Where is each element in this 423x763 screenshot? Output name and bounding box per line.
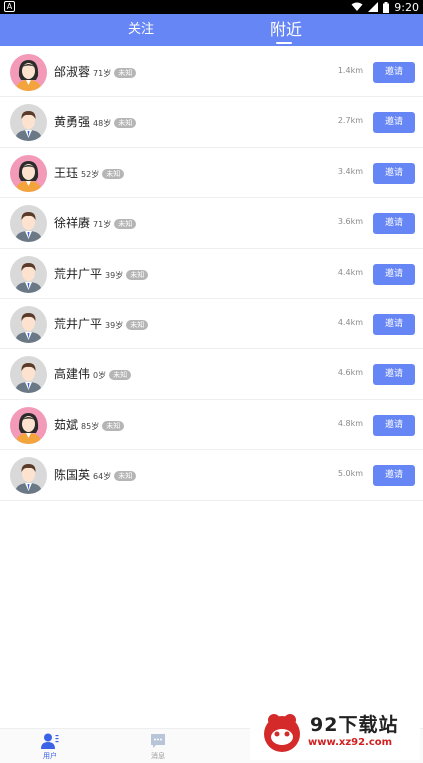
- list-item[interactable]: 高建伟 0岁 未知 4.6km 邀请: [0, 349, 423, 400]
- female-avatar-icon: [10, 154, 47, 192]
- invite-button[interactable]: 邀请: [373, 112, 415, 134]
- avatar[interactable]: [10, 305, 47, 343]
- watermark-title: 92下载站: [310, 714, 399, 736]
- gender-badge: 未知: [114, 68, 137, 78]
- list-item[interactable]: 荒井广平 39岁 未知 4.4km 邀请: [0, 248, 423, 299]
- user-name: 荒井广平 39岁 未知: [54, 265, 149, 282]
- user-age: 0岁: [93, 371, 107, 381]
- user-name: 邰淑蓉 71岁 未知: [54, 63, 137, 80]
- user-name: 黄勇强 48岁 未知: [54, 113, 137, 130]
- list-item[interactable]: 王珏 52岁 未知 3.4km 邀请: [0, 147, 423, 199]
- distance-label: 5.0km: [337, 469, 363, 479]
- invite-button[interactable]: 邀请: [373, 364, 415, 386]
- avatar[interactable]: [10, 54, 47, 91]
- tab-header: 关注 附近: [0, 14, 423, 46]
- nav-messages-label: 消息: [151, 752, 165, 760]
- gender-badge: 未知: [126, 269, 149, 280]
- nav-users[interactable]: 用户: [30, 733, 70, 761]
- watermark: 92下载站 www.xz92.com: [250, 704, 420, 760]
- list-item[interactable]: 荒井广平 39岁 未知 4.4km 邀请: [0, 298, 423, 350]
- watermark-url: www.xz92.com: [308, 737, 393, 748]
- user-age: 71岁: [93, 220, 112, 230]
- user-age: 39岁: [105, 270, 124, 280]
- avatar[interactable]: [10, 104, 47, 142]
- gender-badge: 未知: [109, 370, 132, 381]
- list-item[interactable]: 茹斌 85岁 未知 4.8km 邀请: [0, 399, 423, 451]
- male-avatar-icon: [10, 356, 47, 394]
- user-age: 39岁: [105, 320, 124, 330]
- gender-badge: 未知: [102, 168, 125, 179]
- distance-label: 1.4km: [337, 66, 363, 75]
- signal-icon: [368, 2, 379, 12]
- user-name: 高建伟 0岁 未知: [54, 365, 132, 382]
- gender-badge: 未知: [114, 471, 137, 482]
- avatar[interactable]: [10, 356, 47, 394]
- gender-badge: 未知: [102, 420, 125, 431]
- app-notification-icon: A: [4, 1, 15, 12]
- male-avatar-icon: [10, 457, 47, 495]
- distance-label: 3.4km: [337, 166, 363, 176]
- user-name: 徐祥赓 71岁 未知: [54, 214, 137, 231]
- battery-icon: [383, 1, 390, 13]
- avatar[interactable]: [10, 205, 47, 243]
- avatar[interactable]: [10, 154, 47, 192]
- user-age: 85岁: [81, 421, 100, 431]
- avatar[interactable]: [10, 255, 47, 293]
- status-bar: A 9:20: [0, 0, 423, 14]
- wifi-icon: [351, 2, 363, 11]
- distance-label: 4.6km: [337, 368, 363, 378]
- male-avatar-icon: [10, 205, 47, 243]
- distance-label: 2.7km: [337, 116, 363, 126]
- user-age: 71岁: [93, 69, 112, 78]
- invite-button[interactable]: 邀请: [373, 313, 415, 335]
- user-age: 64岁: [93, 472, 112, 482]
- message-icon: [151, 734, 165, 748]
- female-avatar-icon: [10, 54, 47, 91]
- nearby-user-list: 邰淑蓉 71岁 未知 1.4km 邀请 黄勇强 48岁 未知 2.7km 邀请 王珏 52…: [0, 47, 423, 501]
- distance-label: 4.4km: [337, 317, 363, 327]
- list-item[interactable]: 徐祥赓 71岁 未知 3.6km 邀请: [0, 198, 423, 249]
- distance-label: 4.8km: [337, 418, 363, 428]
- male-avatar-icon: [10, 104, 47, 142]
- active-tab-indicator: [276, 42, 292, 44]
- distance-label: 3.6km: [337, 217, 363, 227]
- user-age: 48岁: [93, 119, 112, 129]
- gender-badge: 未知: [126, 319, 149, 330]
- distance-label: 4.4km: [337, 267, 363, 277]
- user-icon: [41, 733, 59, 749]
- gender-badge: 未知: [114, 219, 137, 230]
- female-avatar-icon: [10, 406, 47, 444]
- list-item[interactable]: 黄勇强 48岁 未知 2.7km 邀请: [0, 97, 423, 148]
- invite-button[interactable]: 邀请: [373, 465, 415, 487]
- list-item[interactable]: 陈国英 64岁 未知 5.0km 邀请: [0, 450, 423, 501]
- tab-follow[interactable]: 关注: [128, 14, 154, 46]
- nav-users-label: 用户: [43, 752, 57, 760]
- watermark-logo-icon: [264, 714, 300, 752]
- male-avatar-icon: [10, 255, 47, 293]
- user-name: 陈国英 64岁 未知: [54, 466, 137, 483]
- invite-button[interactable]: 邀请: [373, 213, 415, 235]
- male-avatar-icon: [10, 305, 47, 343]
- list-item[interactable]: 邰淑蓉 71岁 未知 1.4km 邀请: [0, 47, 423, 98]
- invite-button[interactable]: 邀请: [373, 62, 415, 83]
- status-icons: 9:20: [351, 0, 419, 14]
- gender-badge: 未知: [114, 118, 137, 129]
- user-name: 茹斌 85岁 未知: [54, 416, 125, 433]
- avatar[interactable]: [10, 406, 47, 444]
- user-age: 52岁: [81, 169, 100, 179]
- user-name: 王珏 52岁 未知: [54, 164, 125, 181]
- nav-messages[interactable]: 消息: [138, 733, 178, 761]
- avatar[interactable]: [10, 457, 47, 495]
- invite-button[interactable]: 邀请: [373, 263, 415, 285]
- invite-button[interactable]: 邀请: [373, 414, 415, 436]
- user-name: 荒井广平 39岁 未知: [54, 315, 149, 332]
- clock: 9:20: [394, 0, 419, 14]
- invite-button[interactable]: 邀请: [373, 162, 415, 184]
